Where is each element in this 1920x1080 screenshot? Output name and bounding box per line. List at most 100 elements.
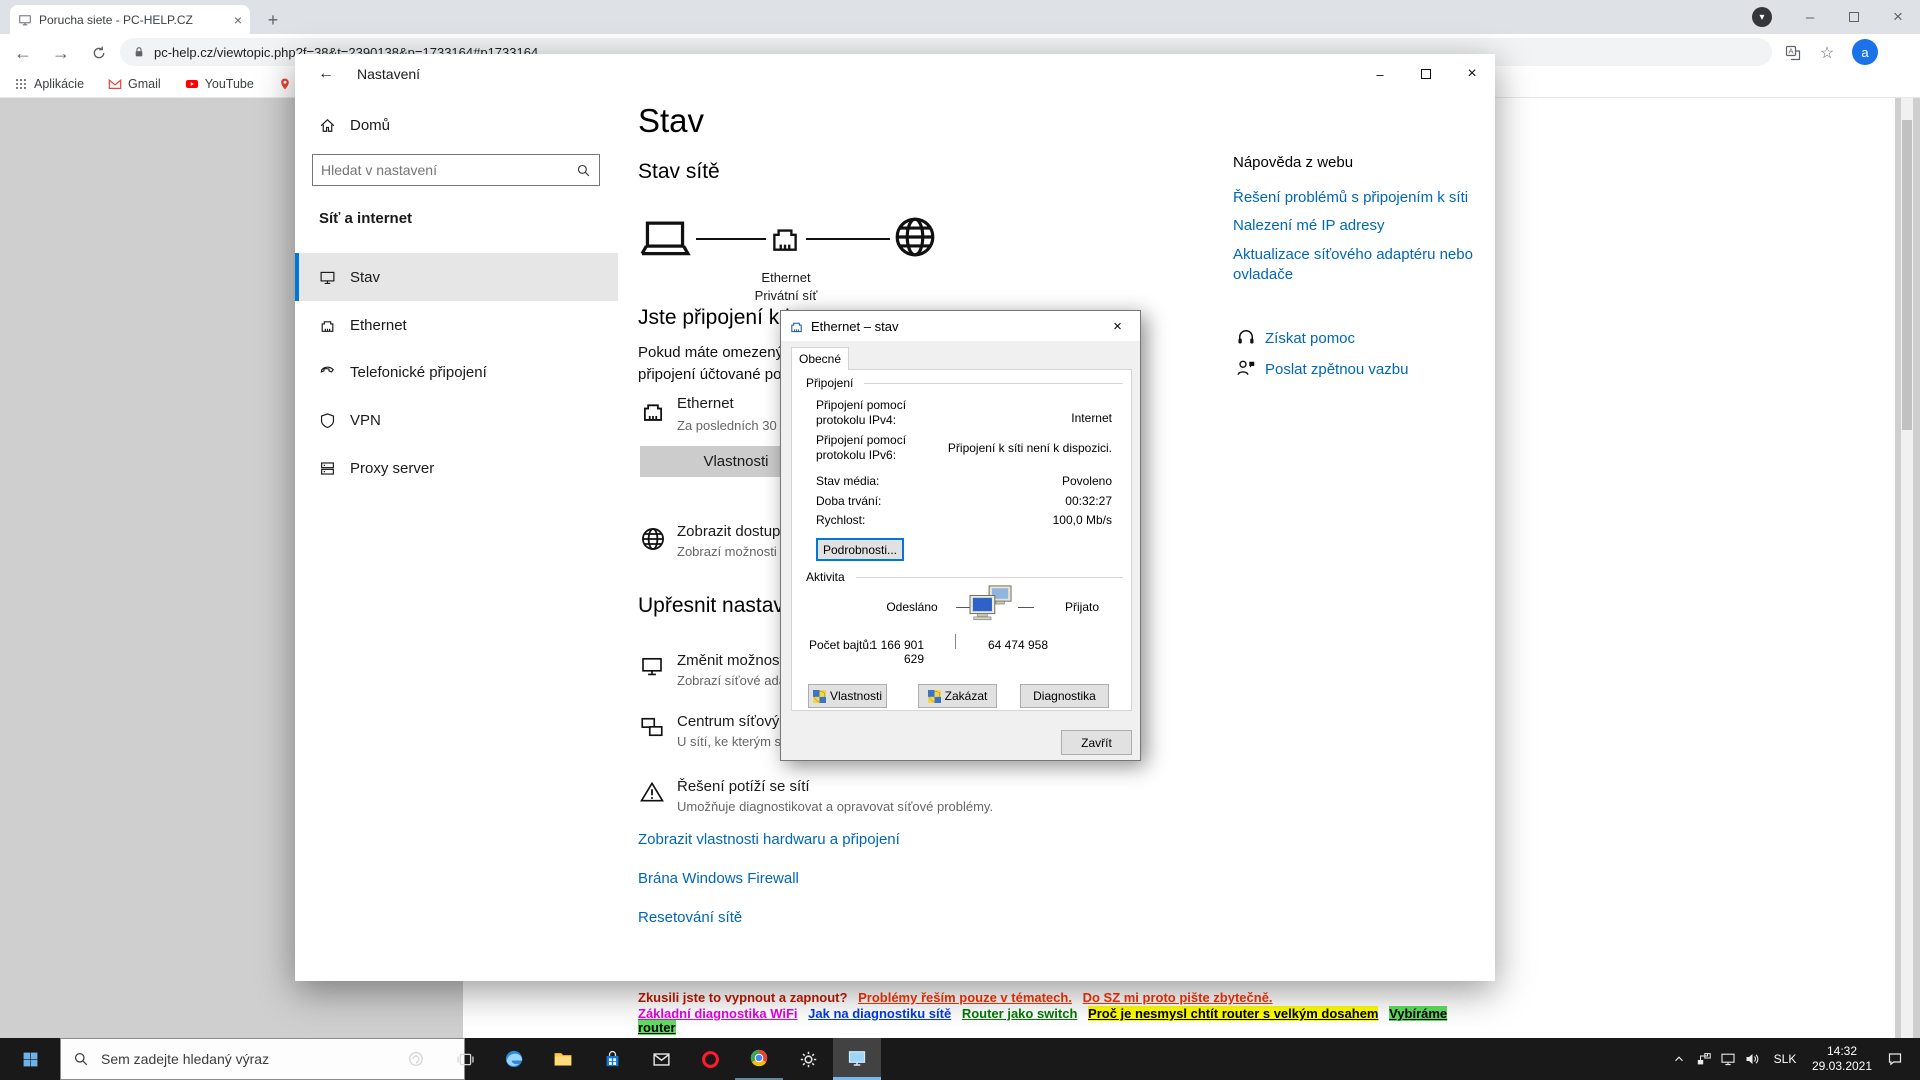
forward-icon[interactable]: → bbox=[48, 40, 74, 66]
settings-back-button[interactable]: ← bbox=[309, 62, 343, 86]
bookmark-star-icon[interactable]: ☆ bbox=[1814, 40, 1840, 66]
translate-icon[interactable] bbox=[1780, 40, 1806, 66]
settings-maximize-button[interactable] bbox=[1403, 54, 1449, 94]
sidebar-item-proxy[interactable]: Proxy server bbox=[295, 444, 618, 492]
link-windows-firewall[interactable]: Brána Windows Firewall bbox=[638, 870, 799, 887]
tray-language-indicator[interactable]: SLK bbox=[1766, 1038, 1804, 1080]
diagram-connector-line bbox=[696, 238, 766, 240]
uac-shield-icon bbox=[813, 690, 826, 703]
dialog-ethernet-icon bbox=[789, 319, 804, 334]
signature-link[interactable]: Router jako switch bbox=[962, 1006, 1078, 1021]
settings-minimize-button[interactable]: – bbox=[1357, 54, 1403, 94]
new-tab-button[interactable]: + bbox=[260, 7, 286, 33]
browser-avatar[interactable]: a bbox=[1852, 39, 1878, 65]
tab-general[interactable]: Obecné bbox=[791, 347, 849, 370]
feedback-person-icon bbox=[1236, 358, 1256, 378]
tray-clock[interactable]: 14:32 29.03.2021 bbox=[1806, 1038, 1878, 1080]
dialog-close-bottom-button[interactable]: Zavřít bbox=[1061, 730, 1132, 755]
signature-link-highlight-yellow[interactable]: Proč je nesmysl chtít router s velkým do… bbox=[1088, 1006, 1378, 1021]
proxy-server-icon bbox=[319, 460, 336, 477]
microsoft-store-icon bbox=[603, 1050, 622, 1069]
laptop-icon bbox=[638, 216, 692, 260]
link-network-reset[interactable]: Resetování sítě bbox=[638, 909, 742, 926]
dialog-properties-button[interactable]: Vlastnosti bbox=[808, 684, 887, 708]
taskbar-item-active-window[interactable] bbox=[833, 1038, 881, 1080]
help-link-update-adapter[interactable]: Aktualizace síťového adaptéru nebo ovlad… bbox=[1233, 245, 1483, 285]
active-window-monitor-icon bbox=[847, 1048, 867, 1068]
browser-maximize-button[interactable] bbox=[1832, 0, 1876, 34]
scrollbar-thumb[interactable] bbox=[1902, 120, 1912, 430]
get-help-link[interactable]: Získat pomoc bbox=[1265, 330, 1355, 347]
ethernet-plug-icon bbox=[768, 220, 802, 256]
taskbar-item-opera[interactable] bbox=[686, 1038, 734, 1080]
start-button[interactable] bbox=[0, 1038, 60, 1080]
ipv4-value: Internet bbox=[932, 411, 1112, 425]
browser-tab-strip: Porucha siete - PC-HELP.CZ × + ▾ – × bbox=[0, 0, 1920, 34]
taskbar-item-edge[interactable] bbox=[490, 1038, 538, 1080]
sidebar-item-stav[interactable]: Stav bbox=[295, 253, 618, 301]
taskbar-item-settings[interactable] bbox=[784, 1038, 832, 1080]
dialog-diagnostics-button[interactable]: Diagnostika bbox=[1020, 684, 1109, 708]
apps-grid-icon bbox=[14, 77, 28, 91]
tray-display-icon[interactable] bbox=[1716, 1038, 1740, 1080]
send-feedback-link[interactable]: Poslat zpětnou vazbu bbox=[1265, 361, 1408, 378]
signature-link[interactable]: Jak na diagnostiku sítě bbox=[808, 1006, 951, 1021]
browser-tab[interactable]: Porucha siete - PC-HELP.CZ × bbox=[10, 5, 250, 34]
tab-close-icon[interactable]: × bbox=[234, 12, 242, 28]
settings-search-box[interactable] bbox=[312, 154, 600, 186]
signature-link[interactable]: Základní diagnostika WiFi bbox=[638, 1006, 798, 1021]
task-view-button[interactable] bbox=[441, 1038, 489, 1080]
taskbar: Sem zadejte hledaný výraz bbox=[0, 1038, 1920, 1080]
tray-show-hidden-icons[interactable] bbox=[1666, 1038, 1692, 1080]
signature-link-highlight-green[interactable]: Vybíráme bbox=[1389, 1006, 1447, 1021]
back-icon[interactable]: ← bbox=[10, 40, 36, 66]
button-label: Vlastnosti bbox=[830, 689, 882, 703]
dialog-close-button[interactable]: × bbox=[1095, 311, 1140, 341]
sidebar-item-vpn[interactable]: VPN bbox=[295, 396, 618, 444]
ethernet-status-dialog: Ethernet – stav × Obecné Připojení Připo… bbox=[780, 310, 1141, 761]
taskbar-item-mail[interactable] bbox=[637, 1038, 685, 1080]
troubleshoot-title[interactable]: Řešení potíží se sítí bbox=[677, 778, 810, 795]
taskbar-item-store[interactable] bbox=[588, 1038, 636, 1080]
settings-window-title: Nastavení bbox=[357, 66, 420, 82]
action-center-button[interactable] bbox=[1878, 1038, 1912, 1080]
bookmark-youtube[interactable]: YouTube bbox=[185, 77, 254, 91]
sidebar-item-dialup[interactable]: Telefonické připojení bbox=[295, 348, 618, 396]
speed-label: Rychlost: bbox=[816, 513, 865, 527]
forum-signature-line-3: router bbox=[638, 1020, 683, 1035]
signature-link[interactable]: Do SZ mi proto pište zbytečně. bbox=[1083, 990, 1273, 1005]
help-link-find-ip[interactable]: Nalezení mé IP adresy bbox=[1233, 217, 1384, 234]
button-label: Zakázat bbox=[945, 689, 988, 703]
settings-close-button[interactable]: × bbox=[1449, 54, 1495, 94]
duration-value: 00:32:27 bbox=[932, 494, 1112, 508]
sidebar-item-ethernet[interactable]: Ethernet bbox=[295, 301, 618, 349]
taskbar-search-placeholder[interactable]: Sem zadejte hledaný výraz bbox=[101, 1051, 269, 1067]
tab-title: Porucha siete - PC-HELP.CZ bbox=[39, 13, 227, 27]
sidebar-item-home[interactable]: Domů bbox=[295, 106, 618, 144]
tray-network-icon[interactable] bbox=[1692, 1038, 1716, 1080]
mail-icon bbox=[652, 1050, 671, 1069]
file-explorer-icon bbox=[553, 1049, 573, 1069]
dialog-disable-button[interactable]: Zakázat bbox=[918, 684, 997, 708]
signature-link-highlight-green[interactable]: router bbox=[638, 1020, 676, 1035]
help-link-troubleshoot[interactable]: Řešení problémů s připojením k síti bbox=[1233, 189, 1468, 206]
reload-icon[interactable] bbox=[86, 40, 112, 66]
browser-close-button[interactable]: × bbox=[1876, 0, 1920, 34]
browser-minimize-button[interactable]: – bbox=[1788, 0, 1832, 34]
troubleshoot-subtitle: Umožňuje diagnostikovat a opravovat síťo… bbox=[677, 799, 993, 814]
taskbar-item-chrome[interactable] bbox=[735, 1038, 783, 1080]
tray-volume-icon[interactable] bbox=[1740, 1038, 1764, 1080]
duration-label: Doba trvání: bbox=[816, 494, 881, 508]
tab-search-icon[interactable]: ▾ bbox=[1752, 7, 1772, 27]
cortana-button[interactable] bbox=[392, 1038, 440, 1080]
link-hardware-properties[interactable]: Zobrazit vlastnosti hardwaru a připojení bbox=[638, 831, 900, 848]
details-button[interactable]: Podrobnosti... bbox=[816, 538, 904, 561]
dialog-title-bar[interactable]: Ethernet – stav bbox=[781, 311, 1140, 341]
bookmark-apps[interactable]: Aplikácie bbox=[14, 77, 84, 91]
page-scrollbar[interactable] bbox=[1901, 98, 1913, 1038]
taskbar-item-file-explorer[interactable] bbox=[539, 1038, 587, 1080]
bookmark-gmail[interactable]: Gmail bbox=[108, 77, 161, 91]
signature-link[interactable]: Problémy řeším pouze v tématech. bbox=[858, 990, 1072, 1005]
sidebar-item-label: Ethernet bbox=[350, 317, 407, 334]
settings-search-input[interactable] bbox=[313, 162, 576, 178]
